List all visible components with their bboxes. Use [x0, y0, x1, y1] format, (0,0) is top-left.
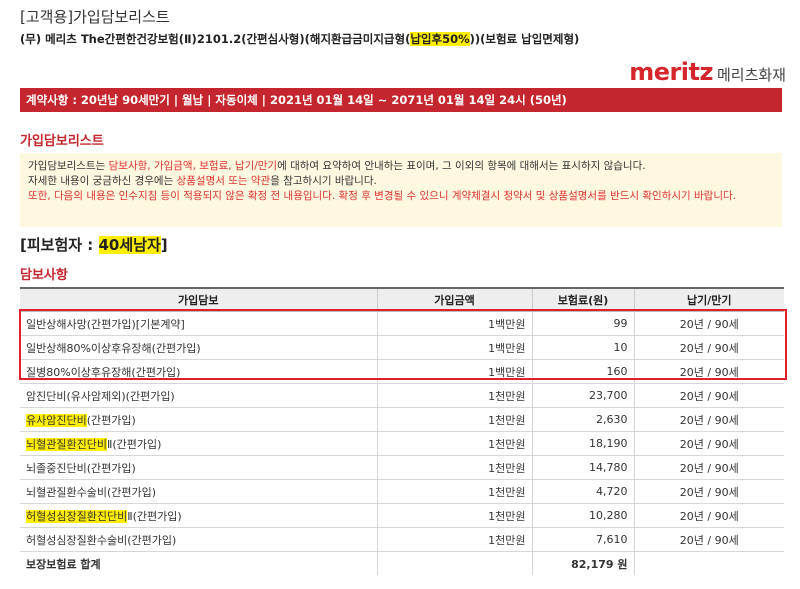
notice-line-3: 또한, 다음의 내용은 인수지침 등이 적용되지 않은 확정 전 내용입니다. … [28, 190, 737, 202]
notice-line-1: 가입담보리스트는 담보사항, 가입금액, 보험료, 납기/만기에 대하여 요약하… [28, 159, 774, 174]
coverage-name-text: 뇌혈관질환수술비(간편가입) [26, 485, 157, 499]
header-term: 납기/만기 [633, 287, 784, 312]
product-name-highlight: 납입후50% [410, 32, 470, 46]
coverage-name-text: Ⅱ(간편가입) [106, 437, 162, 451]
coverage-name-highlight: 유사암진단비 [26, 413, 87, 427]
logo-company-name: 메리츠화재 [716, 66, 786, 84]
coverage-premium: 2,630 [531, 407, 634, 432]
coverage-name: 허혈성심장질환수술비(간편가입) [20, 527, 377, 552]
total-label: 보장보험료 합계 [26, 557, 101, 571]
coverage-premium: 4,720 [531, 479, 634, 504]
coverage-premium: 23,700 [531, 383, 634, 408]
insured-label-end: ] [160, 236, 168, 254]
coverage-name-highlight: 뇌혈관질환진단비 [26, 437, 107, 451]
coverage-name: 뇌혈관질환진단비Ⅱ(간편가입) [20, 431, 377, 456]
notice-emphasis: 담보사항, 가입금액, 보험료, 납기/만기 [108, 160, 278, 172]
coverage-term: 20년 / 90세 [633, 479, 784, 504]
coverage-premium: 10 [531, 335, 634, 360]
table-total-row: 보장보험료 합계 82,179 원 [20, 551, 784, 575]
product-name-prefix: (무) 메리츠 The간편한건강보험(Ⅱ)2101.2(간편심사형)(해지환급금… [20, 32, 411, 46]
section-title-coverage: 담보사항 [20, 268, 68, 283]
coverage-term: 20년 / 90세 [633, 383, 784, 408]
coverage-amount: 1천만원 [376, 431, 532, 456]
coverage-premium: 10,280 [531, 503, 634, 528]
header-amount: 가입금액 [376, 287, 532, 312]
product-name-suffix: ))(보험료 납입면제형) [469, 32, 580, 46]
table-row: 일반상해사망(간편가입)[기본계약] 1백만원 99 20년 / 90세 [20, 311, 784, 336]
coverage-name: 암진단비(유사암제외)(간편가입) [20, 383, 377, 408]
coverage-name: 허혈성심장질환진단비Ⅱ(간편가입) [20, 503, 377, 528]
table-row: 뇌혈관질환진단비Ⅱ(간편가입) 1천만원 18,190 20년 / 90세 [20, 431, 784, 456]
table-row: 암진단비(유사암제외)(간편가입) 1천만원 23,700 20년 / 90세 [20, 383, 784, 408]
coverage-premium: 7,610 [531, 527, 634, 552]
notice-text: 가입담보리스트는 [28, 160, 109, 172]
coverage-premium: 14,780 [531, 455, 634, 480]
coverage-term: 20년 / 90세 [633, 311, 784, 336]
table-header-row: 가입담보 가입금액 보험료(원) 납기/만기 [20, 287, 784, 312]
notice-text: 을 참고하시기 바랍니다. [270, 175, 377, 187]
coverage-name-text: 암진단비(유사암제외)(간편가입) [26, 389, 175, 403]
insured-value: 40세남자 [98, 236, 161, 254]
coverage-amount: 1백만원 [376, 335, 532, 360]
coverage-name-text: 일반상해80%이상후유장해(간편가입) [26, 341, 201, 355]
header-premium: 보험료(원) [531, 287, 634, 312]
coverage-name: 일반상해사망(간편가입)[기본계약] [20, 311, 377, 336]
section-title-list: 가입담보리스트 [20, 134, 104, 149]
insured-label: [피보험자 : [20, 236, 99, 254]
total-empty [376, 551, 532, 575]
notice-emphasis: 상품설명서 또는 약관 [176, 175, 271, 187]
coverage-name-text: 허혈성심장질환수술비(간편가입) [26, 533, 177, 547]
coverage-name-text: (간편가입) [86, 413, 136, 427]
coverage-table: 가입담보 가입금액 보험료(원) 납기/만기 일반상해사망(간편가입)[기본계약… [20, 287, 784, 575]
table-row: 허혈성심장질환수술비(간편가입) 1천만원 7,610 20년 / 90세 [20, 527, 784, 552]
coverage-name-highlight: 허혈성심장질환진단비 [26, 509, 128, 523]
document-title: [고객용]가입담보리스트 [20, 8, 170, 26]
coverage-amount: 1천만원 [376, 383, 532, 408]
coverage-term: 20년 / 90세 [633, 455, 784, 480]
table-row: 질병80%이상후유장해(간편가입) 1백만원 160 20년 / 90세 [20, 359, 784, 384]
company-logo: meritz 메리츠화재 [629, 58, 786, 86]
coverage-amount: 1천만원 [376, 479, 532, 504]
coverage-term: 20년 / 90세 [633, 527, 784, 552]
table-row: 유사암진단비(간편가입) 1천만원 2,630 20년 / 90세 [20, 407, 784, 432]
coverage-amount: 1백만원 [376, 311, 532, 336]
coverage-name: 뇌혈관질환수술비(간편가입) [20, 479, 377, 504]
coverage-name-text: 질병80%이상후유장해(간편가입) [26, 365, 181, 379]
coverage-premium: 160 [531, 359, 634, 384]
coverage-name: 유사암진단비(간편가입) [20, 407, 377, 432]
header-coverage: 가입담보 [20, 287, 377, 312]
coverage-term: 20년 / 90세 [633, 503, 784, 528]
coverage-name-text: Ⅱ(간편가입) [127, 509, 182, 523]
product-name: (무) 메리츠 The간편한건강보험(Ⅱ)2101.2(간편심사형)(해지환급금… [20, 31, 579, 47]
insured-info: [피보험자 : 40세남자] [20, 234, 168, 255]
coverage-premium: 18,190 [531, 431, 634, 456]
coverage-term: 20년 / 90세 [633, 359, 784, 384]
coverage-premium: 99 [531, 311, 634, 336]
notice-line-2: 자세한 내용이 궁금하신 경우에는 상품설명서 또는 약관을 참고하시기 바랍니… [28, 174, 774, 189]
notice-text: 자세한 내용이 궁금하신 경우에는 [28, 175, 177, 187]
coverage-amount: 1천만원 [376, 455, 532, 480]
table-row: 일반상해80%이상후유장해(간편가입) 1백만원 10 20년 / 90세 [20, 335, 784, 360]
notice-text: 에 대하여 요약하여 안내하는 표이며, 그 이외의 항목에 대해서는 표시하지… [277, 160, 646, 172]
coverage-term: 20년 / 90세 [633, 407, 784, 432]
table-row: 뇌혈관질환수술비(간편가입) 1천만원 4,720 20년 / 90세 [20, 479, 784, 504]
coverage-name: 일반상해80%이상후유장해(간편가입) [20, 335, 377, 360]
total-value: 82,179 원 [531, 551, 634, 575]
coverage-amount: 1백만원 [376, 359, 532, 384]
coverage-name: 질병80%이상후유장해(간편가입) [20, 359, 377, 384]
logo-brand: meritz [629, 58, 713, 86]
coverage-amount: 1천만원 [376, 527, 532, 552]
total-empty [633, 551, 784, 575]
coverage-term: 20년 / 90세 [633, 431, 784, 456]
table-row: 허혈성심장질환진단비Ⅱ(간편가입) 1천만원 10,280 20년 / 90세 [20, 503, 784, 528]
coverage-name: 뇌졸중진단비(간편가입) [20, 455, 377, 480]
table-row: 뇌졸중진단비(간편가입) 1천만원 14,780 20년 / 90세 [20, 455, 784, 480]
coverage-name-text: 뇌졸중진단비(간편가입) [26, 461, 136, 475]
notice-box: 가입담보리스트는 담보사항, 가입금액, 보험료, 납기/만기에 대하여 요약하… [20, 153, 782, 227]
coverage-amount: 1천만원 [376, 503, 532, 528]
coverage-amount: 1천만원 [376, 407, 532, 432]
contract-summary-bar: 계약사항 : 20년납 90세만기 | 월납 | 자동이체 | 2021년 01… [20, 88, 782, 112]
coverage-name-text: 일반상해사망(간편가입)[기본계약] [26, 317, 185, 331]
coverage-term: 20년 / 90세 [633, 335, 784, 360]
